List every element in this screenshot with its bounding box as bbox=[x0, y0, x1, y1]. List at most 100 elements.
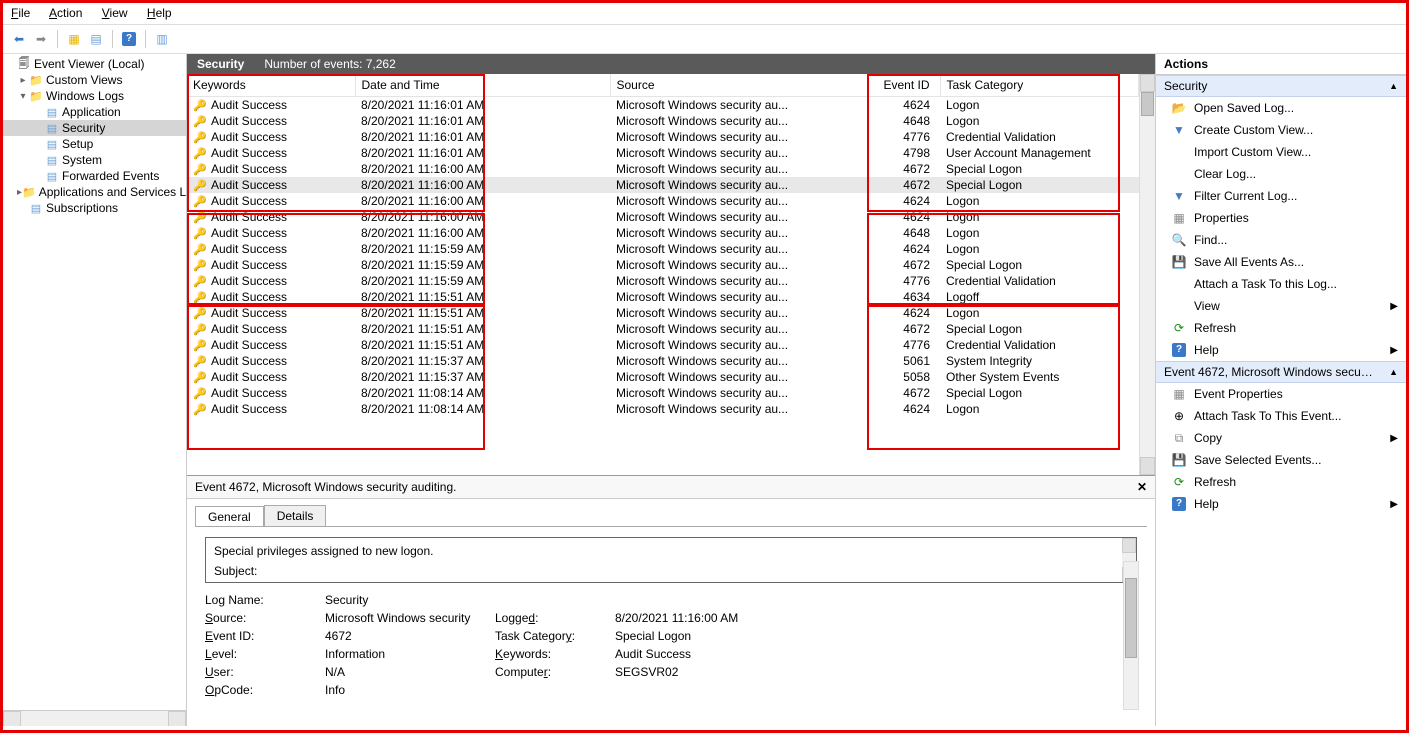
tree-security[interactable]: ▤ Security bbox=[3, 120, 186, 136]
tab-general[interactable]: General bbox=[195, 506, 264, 527]
menu-file[interactable]: File bbox=[11, 6, 30, 20]
tree-apps-services[interactable]: ▸ 📁 Applications and Services Lo bbox=[3, 184, 186, 200]
action-create-custom-view[interactable]: ▼Create Custom View... bbox=[1156, 119, 1406, 141]
event-row[interactable]: 🔑Audit Success8/20/2021 11:16:01 AMMicro… bbox=[187, 129, 1139, 145]
event-row[interactable]: 🔑Audit Success8/20/2021 11:16:01 AMMicro… bbox=[187, 97, 1139, 114]
key-icon: 🔑 bbox=[193, 163, 207, 176]
tree-label: System bbox=[62, 153, 102, 167]
level-value: Information bbox=[325, 647, 485, 661]
event-row[interactable]: 🔑Audit Success8/20/2021 11:15:37 AMMicro… bbox=[187, 369, 1139, 385]
menu-action[interactable]: Action bbox=[49, 6, 82, 20]
action-refresh[interactable]: ⟳Refresh bbox=[1156, 317, 1406, 339]
event-row[interactable]: 🔑Audit Success8/20/2021 11:15:51 AMMicro… bbox=[187, 321, 1139, 337]
action-view[interactable]: View▶ bbox=[1156, 295, 1406, 317]
action-attach-task-log[interactable]: Attach a Task To this Log... bbox=[1156, 273, 1406, 295]
action-copy[interactable]: ⧉Copy▶ bbox=[1156, 427, 1406, 449]
key-icon: 🔑 bbox=[193, 259, 207, 272]
action-attach-task-event[interactable]: ⊕Attach Task To This Event... bbox=[1156, 405, 1406, 427]
col-datetime[interactable]: Date and Time bbox=[355, 74, 610, 97]
refresh-icon: ⟳ bbox=[1170, 474, 1188, 490]
detail-vscrollbar[interactable] bbox=[1123, 561, 1139, 710]
subs-icon: ▤ bbox=[29, 201, 43, 215]
event-row[interactable]: 🔑Audit Success8/20/2021 11:16:00 AMMicro… bbox=[187, 193, 1139, 209]
tree-system[interactable]: ▤ System bbox=[3, 152, 186, 168]
tab-details[interactable]: Details bbox=[264, 505, 327, 526]
action-help2[interactable]: ?Help▶ bbox=[1156, 493, 1406, 515]
actions-section-security[interactable]: Security ▲ bbox=[1156, 75, 1406, 97]
chevron-up-icon: ▲ bbox=[1389, 81, 1398, 91]
event-row[interactable]: 🔑Audit Success8/20/2021 11:16:01 AMMicro… bbox=[187, 145, 1139, 161]
event-row[interactable]: 🔑Audit Success8/20/2021 11:16:01 AMMicro… bbox=[187, 113, 1139, 129]
event-row[interactable]: 🔑Audit Success8/20/2021 11:15:59 AMMicro… bbox=[187, 273, 1139, 289]
action-event-properties[interactable]: ▦Event Properties bbox=[1156, 383, 1406, 405]
tree-label: Subscriptions bbox=[46, 201, 118, 215]
action-properties[interactable]: ▦Properties bbox=[1156, 207, 1406, 229]
show-pane-icon[interactable]: ▤ bbox=[86, 29, 106, 49]
tree-application[interactable]: ▤ Application bbox=[3, 104, 186, 120]
grid-vscrollbar[interactable] bbox=[1139, 74, 1155, 475]
menu-help[interactable]: Help bbox=[147, 6, 172, 20]
desc-line1: Special privileges assigned to new logon… bbox=[214, 544, 1128, 558]
key-icon: 🔑 bbox=[193, 355, 207, 368]
keywords-label: Keywords: bbox=[495, 647, 605, 661]
event-row[interactable]: 🔑Audit Success8/20/2021 11:15:59 AMMicro… bbox=[187, 241, 1139, 257]
opcode-label: OpCode: bbox=[205, 683, 315, 697]
help-toolbar-icon[interactable]: ? bbox=[119, 29, 139, 49]
key-icon: 🔑 bbox=[193, 195, 207, 208]
event-row[interactable]: 🔑Audit Success8/20/2021 11:16:00 AMMicro… bbox=[187, 161, 1139, 177]
col-category[interactable]: Task Category bbox=[940, 74, 1139, 97]
key-icon: 🔑 bbox=[193, 323, 207, 336]
close-icon[interactable]: ✕ bbox=[1137, 480, 1147, 494]
event-row[interactable]: 🔑Audit Success8/20/2021 11:08:14 AMMicro… bbox=[187, 401, 1139, 417]
log-icon: ▤ bbox=[45, 153, 59, 167]
action-filter-log[interactable]: ▼Filter Current Log... bbox=[1156, 185, 1406, 207]
log-icon: ▤ bbox=[45, 169, 59, 183]
tree-root-label: Event Viewer (Local) bbox=[34, 57, 145, 71]
action-find[interactable]: 🔍Find... bbox=[1156, 229, 1406, 251]
menubar: File Action View Help bbox=[3, 3, 1406, 24]
col-eventid[interactable]: Event ID bbox=[868, 74, 940, 97]
event-row[interactable]: 🔑Audit Success8/20/2021 11:16:00 AMMicro… bbox=[187, 209, 1139, 225]
tree-custom-views[interactable]: ▸ 📁 Custom Views bbox=[3, 72, 186, 88]
action-refresh2[interactable]: ⟳Refresh bbox=[1156, 471, 1406, 493]
chevron-right-icon: ▶ bbox=[1390, 301, 1398, 312]
action-import-custom-view[interactable]: Import Custom View... bbox=[1156, 141, 1406, 163]
log-icon: ▤ bbox=[45, 137, 59, 151]
back-icon[interactable]: ⬅ bbox=[9, 29, 29, 49]
refresh-icon: ⟳ bbox=[1170, 320, 1188, 336]
event-row[interactable]: 🔑Audit Success8/20/2021 11:08:14 AMMicro… bbox=[187, 385, 1139, 401]
action-save-selected[interactable]: 💾Save Selected Events... bbox=[1156, 449, 1406, 471]
tree-label: Security bbox=[62, 121, 105, 135]
col-source[interactable]: Source bbox=[610, 74, 868, 97]
show-tree-icon[interactable]: ▦ bbox=[64, 29, 84, 49]
event-row[interactable]: 🔑Audit Success8/20/2021 11:16:00 AMMicro… bbox=[187, 225, 1139, 241]
event-row[interactable]: 🔑Audit Success8/20/2021 11:15:51 AMMicro… bbox=[187, 337, 1139, 353]
action-help[interactable]: ?Help▶ bbox=[1156, 339, 1406, 361]
computer-label: Computer: bbox=[495, 665, 605, 679]
tree-subscriptions[interactable]: ▤ Subscriptions bbox=[3, 200, 186, 216]
description-box: Special privileges assigned to new logon… bbox=[205, 537, 1137, 583]
event-row[interactable]: 🔑Audit Success8/20/2021 11:16:00 AMMicro… bbox=[187, 177, 1139, 193]
event-row[interactable]: 🔑Audit Success8/20/2021 11:15:37 AMMicro… bbox=[187, 353, 1139, 369]
event-row[interactable]: 🔑Audit Success8/20/2021 11:15:59 AMMicro… bbox=[187, 257, 1139, 273]
event-row[interactable]: 🔑Audit Success8/20/2021 11:15:51 AMMicro… bbox=[187, 305, 1139, 321]
logged-label: Logged: bbox=[495, 611, 605, 625]
tree-forwarded[interactable]: ▤ Forwarded Events bbox=[3, 168, 186, 184]
tree-setup[interactable]: ▤ Setup bbox=[3, 136, 186, 152]
forward-icon[interactable]: ➡ bbox=[31, 29, 51, 49]
preview-icon[interactable]: ▥ bbox=[152, 29, 172, 49]
action-save-all[interactable]: 💾Save All Events As... bbox=[1156, 251, 1406, 273]
detail-pane: Event 4672, Microsoft Windows security a… bbox=[187, 476, 1155, 726]
tree-root[interactable]: 🗐 Event Viewer (Local) bbox=[3, 56, 186, 72]
action-open-saved-log[interactable]: 📂Open Saved Log... bbox=[1156, 97, 1406, 119]
tree-label: Custom Views bbox=[46, 73, 122, 87]
action-clear-log[interactable]: Clear Log... bbox=[1156, 163, 1406, 185]
tree-windows-logs[interactable]: ▾ 📁 Windows Logs bbox=[3, 88, 186, 104]
event-row[interactable]: 🔑Audit Success8/20/2021 11:15:51 AMMicro… bbox=[187, 289, 1139, 305]
col-keywords[interactable]: Keywords bbox=[187, 74, 355, 97]
blank-icon bbox=[1170, 144, 1188, 160]
actions-section-event[interactable]: Event 4672, Microsoft Windows security a… bbox=[1156, 361, 1406, 383]
tree-hscrollbar[interactable] bbox=[3, 710, 186, 726]
actions-pane: Actions Security ▲ 📂Open Saved Log... ▼C… bbox=[1156, 54, 1406, 726]
menu-view[interactable]: View bbox=[102, 6, 128, 20]
